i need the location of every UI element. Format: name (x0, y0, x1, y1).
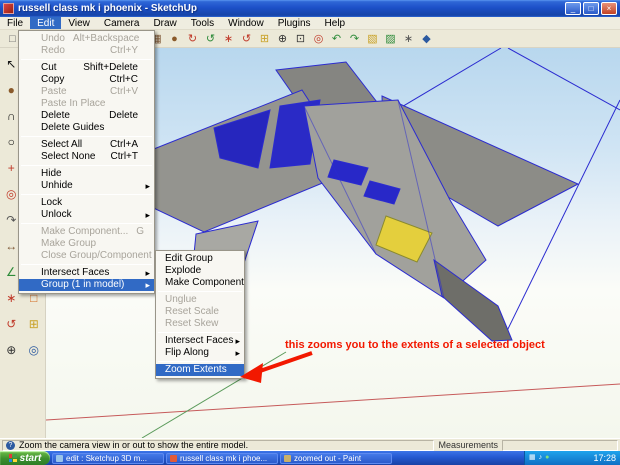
menu-item[interactable]: Copy Ctrl+C (19, 74, 154, 86)
help-icon: ? (6, 440, 15, 450)
shield-icon[interactable]: ● (545, 452, 549, 464)
menu-bar: File Edit View Camera Draw Tools Window … (0, 17, 620, 30)
zoom-extents-icon[interactable]: ◎ (310, 31, 327, 47)
taskbar-tasks: edit : Sketchup 3D m... russell class mk… (50, 451, 524, 465)
menubar-item[interactable]: Tools (184, 17, 221, 29)
task-icon (56, 454, 63, 462)
menu-item[interactable]: Select All Ctrl+A (19, 139, 154, 151)
menu-item[interactable]: Intersect Faces (19, 267, 154, 279)
measurements-label: Measurements (438, 440, 498, 450)
menu-item[interactable] (21, 136, 152, 137)
menu-item[interactable]: Lock (19, 197, 154, 209)
close-button[interactable]: × (601, 2, 617, 15)
sketchup-app-icon (3, 3, 14, 14)
menubar-item[interactable]: Camera (97, 17, 147, 29)
zoom-extents-icon[interactable]: ◎ (24, 339, 44, 361)
menu-item[interactable]: Make Group (19, 238, 154, 250)
submenu-item[interactable] (158, 361, 242, 362)
menu-item[interactable]: Select None Ctrl+T (19, 151, 154, 163)
task-icon (170, 454, 177, 462)
taskbar-task[interactable]: edit : Sketchup 3D m... (52, 452, 164, 464)
zoom-window-icon[interactable]: ⊡ (292, 31, 309, 47)
menu-item[interactable]: Group (1 in model) (19, 279, 154, 291)
plugin-gear-icon[interactable]: ∗ (400, 31, 417, 47)
window-controls: _ □ × (563, 2, 617, 15)
network-icon[interactable]: ▦ (529, 452, 536, 464)
submenu-item[interactable]: Explode (156, 265, 244, 277)
taskbar-task[interactable]: russell class mk i phoe... (166, 452, 278, 464)
windows-flag-icon (8, 454, 17, 462)
next-view-icon[interactable]: ↷ (346, 31, 363, 47)
status-message-strip: ? Zoom the camera view in or out to show… (2, 439, 435, 451)
menu-item[interactable] (21, 194, 152, 195)
menu-item[interactable]: Hide (19, 168, 154, 180)
plugin-box2-icon[interactable]: ▨ (382, 31, 399, 47)
title-bar[interactable]: russell class mk i phoenix - SketchUp _ … (0, 0, 620, 17)
menu-item[interactable]: Unlock (19, 209, 154, 221)
menubar-item[interactable]: Window (221, 17, 271, 29)
menu-item[interactable] (21, 264, 152, 265)
submenu-item[interactable] (158, 291, 242, 292)
plugin-diamond-icon[interactable]: ◆ (418, 31, 435, 47)
paint-bucket-icon[interactable]: ● (166, 31, 183, 47)
menubar-item[interactable]: Draw (146, 17, 183, 29)
menu-item[interactable] (21, 223, 152, 224)
menu-item[interactable] (21, 165, 152, 166)
submenu-item[interactable] (158, 332, 242, 333)
system-tray: ▦ ♪ ● 17:28 (524, 451, 620, 465)
pan-icon[interactable]: ⊞ (24, 313, 44, 335)
previous-view-icon[interactable]: ↶ (328, 31, 345, 47)
status-bar: ? Zoom the camera view in or out to show… (0, 438, 620, 451)
submenu-item[interactable]: Make Component (156, 277, 244, 289)
menubar-item[interactable]: File (0, 17, 30, 29)
menubar-item[interactable]: Edit (30, 17, 62, 29)
clock: 17:28 (593, 453, 616, 463)
submenu-item[interactable]: Zoom Extents (156, 364, 244, 376)
drawing-axes (46, 351, 620, 438)
volume-icon[interactable]: ♪ (539, 452, 543, 464)
taskbar-task[interactable]: zoomed out - Paint (280, 452, 392, 464)
task-icon (284, 454, 291, 462)
submenu-item[interactable]: Unglue (156, 294, 244, 306)
axes-tool-icon[interactable]: ∗ (220, 31, 237, 47)
submenu-item[interactable]: Reset Scale (156, 306, 244, 318)
maximize-button[interactable]: □ (583, 2, 599, 15)
menubar-item[interactable]: View (61, 17, 97, 29)
submenu-item[interactable]: Edit Group (156, 253, 244, 265)
menu-item[interactable]: Paste Ctrl+V (19, 86, 154, 98)
menu-item[interactable]: Delete Guides (19, 122, 154, 134)
menu-item[interactable]: Delete Delete (19, 110, 154, 122)
menu-item[interactable]: Close Group/Component (19, 250, 154, 262)
tray-icons: ▦ ♪ ● (529, 452, 549, 464)
menubar-item[interactable]: Help (318, 17, 353, 29)
taskbar: start edit : Sketchup 3D m... russell cl… (0, 451, 620, 465)
start-button[interactable]: start (0, 451, 50, 465)
pan-icon[interactable]: ⊞ (256, 31, 273, 47)
menu-item[interactable] (21, 59, 152, 60)
orbit-icon[interactable]: ↺ (238, 31, 255, 47)
window-title: russell class mk i phoenix - SketchUp (18, 3, 197, 14)
submenu-item[interactable]: Flip Along (156, 347, 244, 359)
zoom-icon[interactable]: ⊕ (274, 31, 291, 47)
menu-item[interactable]: Cut Shift+Delete (19, 62, 154, 74)
zoom-icon[interactable]: ⊕ (1, 339, 21, 361)
menu-item[interactable]: Paste In Place (19, 98, 154, 110)
edit-menu: Undo Alt+Backspace Redo Ctrl+Y Cut Shift… (18, 30, 155, 294)
plugin-box-icon[interactable]: ▧ (364, 31, 381, 47)
sketchup-window: russell class mk i phoenix - SketchUp _ … (0, 0, 620, 465)
status-help-text: Zoom the camera view in or out to show t… (19, 440, 249, 450)
rotate-cw-icon[interactable]: ↻ (184, 31, 201, 47)
menu-item[interactable]: Unhide (19, 180, 154, 192)
minimize-button[interactable]: _ (565, 2, 581, 15)
submenu-item[interactable]: Reset Skew (156, 318, 244, 330)
orbit-icon[interactable]: ↺ (1, 313, 21, 335)
menubar-item[interactable]: Plugins (271, 17, 318, 29)
submenu-item[interactable]: Intersect Faces (156, 335, 244, 347)
menu-item[interactable]: Make Component... G (19, 226, 154, 238)
rotate-ccw-icon[interactable]: ↺ (202, 31, 219, 47)
measurements-box[interactable] (502, 439, 618, 451)
group-submenu: Edit Group Explode Make Component Unglue (155, 250, 245, 379)
menu-item[interactable]: Redo Ctrl+Y (19, 45, 154, 57)
menu-item[interactable]: Undo Alt+Backspace (19, 33, 154, 45)
